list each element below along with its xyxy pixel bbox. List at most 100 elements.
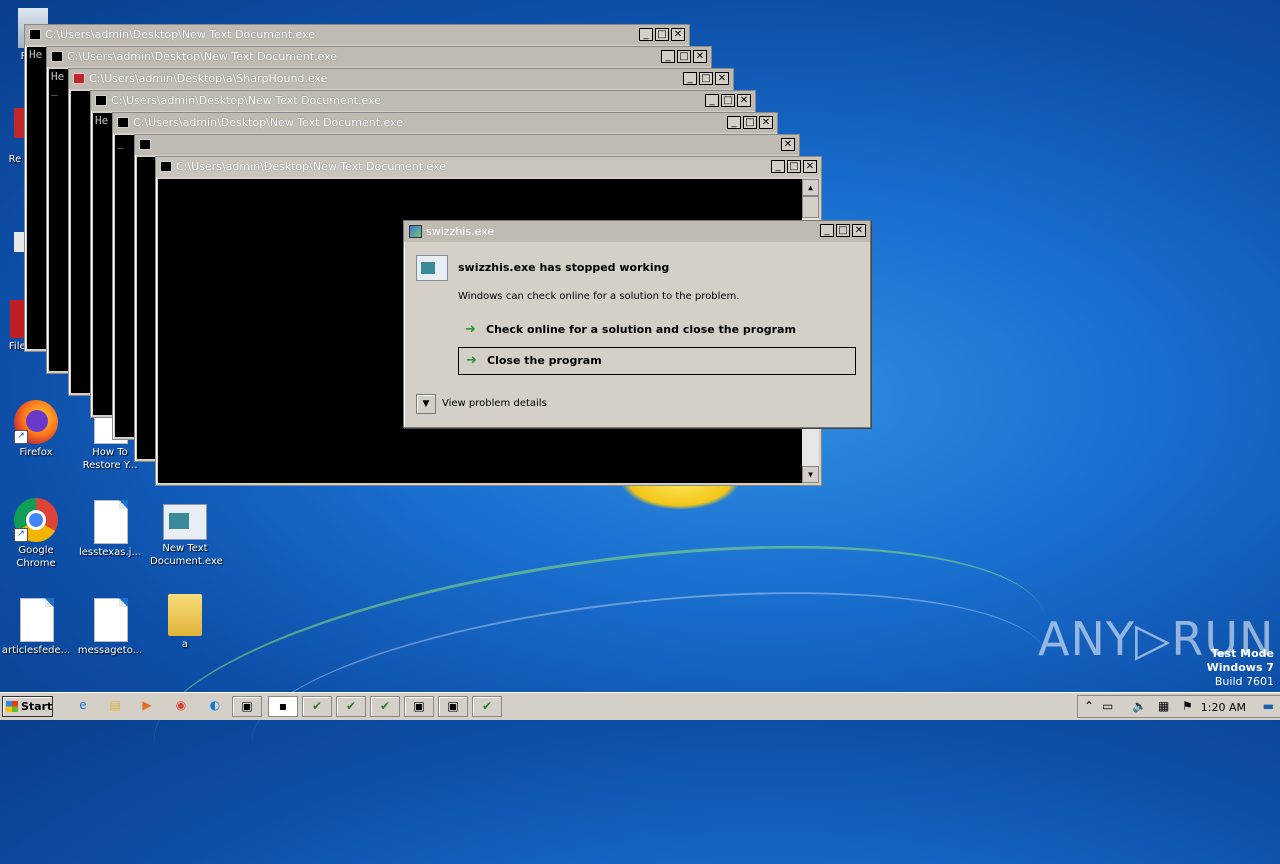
maximize-button[interactable]: □ — [743, 116, 757, 129]
window-titlebar[interactable]: C:\Users\admin\Desktop\New Text Document… — [91, 91, 755, 111]
minimize-button[interactable]: _ — [727, 116, 741, 129]
console-icon — [139, 139, 151, 150]
close-button[interactable]: ✕ — [852, 224, 866, 237]
chrome-taskbar-icon[interactable]: ◉ — [166, 696, 196, 717]
close-button[interactable]: ✕ — [781, 138, 795, 151]
window-title: C:\Users\admin\Desktop\New Text Document… — [111, 94, 382, 107]
close-button[interactable]: ✕ — [671, 28, 685, 41]
start-button[interactable]: Start — [2, 696, 53, 717]
window-titlebar[interactable]: C:\Users\admin\Desktop\New Text Document… — [113, 113, 777, 133]
console-icon — [29, 29, 41, 40]
shortcut-arrow-icon: ↗ — [14, 430, 28, 444]
test-mode-label: Test Mode Windows 7 Build 7601 — [1207, 647, 1274, 689]
edge-icon[interactable]: ◐ — [200, 696, 230, 717]
desktop-icon-firefox[interactable]: ↗ Firefox — [1, 400, 71, 459]
desktop-icon-label: Google Chrome — [16, 545, 56, 569]
green-arrow-icon: ➜ — [466, 353, 477, 368]
minimize-button[interactable]: _ — [820, 224, 834, 237]
volume-icon[interactable]: 🔈 — [1132, 699, 1147, 713]
firefox-icon: ↗ — [14, 400, 58, 444]
desktop-icon-messageto[interactable]: messageto... — [75, 598, 145, 657]
desktop-icon-chrome[interactable]: ↗ Google Chrome — [1, 498, 71, 570]
clock[interactable]: 1:20 AM — [1201, 701, 1246, 714]
maximize-button[interactable]: □ — [721, 94, 735, 107]
build-line: Build 7601 — [1214, 675, 1274, 688]
maximize-button[interactable]: □ — [787, 160, 801, 173]
flag-icon[interactable]: ⚑ — [1182, 699, 1193, 713]
maximize-button[interactable]: □ — [677, 50, 691, 63]
swizzhis-taskbar-icon[interactable]: ✔ — [302, 696, 332, 717]
error-dialog[interactable]: swizzhis.exe _ □ ✕ swizzhis.exe has stoppe… — [403, 220, 871, 428]
media-player-icon[interactable]: ▶ — [132, 696, 162, 717]
console-icon — [160, 161, 172, 172]
maximize-button[interactable]: □ — [699, 72, 713, 85]
green-arrow-icon: ➜ — [465, 322, 476, 337]
desktop-icon-label: How To Restore Y... — [82, 447, 138, 471]
app-icon — [409, 225, 422, 238]
action-center-icon[interactable]: ▭ — [1102, 699, 1113, 713]
desktop-icon-folder-a[interactable]: a — [150, 594, 220, 651]
swizzhis-taskbar-icon[interactable]: ✔ — [370, 696, 400, 717]
close-program-option[interactable]: ➜ Close the program — [458, 347, 856, 375]
expand-details-button[interactable]: ▼ — [416, 394, 436, 414]
wallpaper-streak — [137, 498, 1063, 864]
taskbar-window-icon[interactable]: ▣ — [232, 696, 262, 717]
close-button[interactable]: ✕ — [715, 72, 729, 85]
close-button[interactable]: ✕ — [693, 50, 707, 63]
maximize-button[interactable]: □ — [655, 28, 669, 41]
desktop-icon-label: articlesfede... — [1, 645, 71, 656]
network-icon[interactable]: ▦ — [1158, 699, 1169, 713]
swizzhis-taskbar-icon[interactable]: ✔ — [336, 696, 366, 717]
cmd-taskbar-icon[interactable]: ▪ — [268, 696, 298, 717]
minimize-button[interactable]: _ — [705, 94, 719, 107]
console-icon — [117, 117, 129, 128]
desktop-icon-new-text-document[interactable]: New Text Document.exe — [150, 498, 223, 568]
explorer-icon[interactable]: ▤ — [100, 696, 130, 717]
show-desktop-icon[interactable]: ▬ — [1263, 699, 1274, 713]
window-titlebar[interactable]: C:\Users\admin\Desktop\New Text Document… — [47, 47, 711, 67]
check-online-option[interactable]: ➜ Check online for a solution and close … — [458, 317, 856, 345]
minimize-button[interactable]: _ — [683, 72, 697, 85]
dialog-titlebar[interactable]: swizzhis.exe _ □ ✕ — [404, 221, 870, 242]
desktop-icon-articlesfede[interactable]: articlesfede... — [1, 598, 71, 657]
minimize-button[interactable]: _ — [639, 28, 653, 41]
close-button[interactable]: ✕ — [759, 116, 773, 129]
view-details-label[interactable]: View problem details — [442, 398, 547, 409]
maximize-button[interactable]: □ — [836, 224, 850, 237]
shortcut-arrow-icon: ↗ — [14, 528, 28, 542]
window-titlebar[interactable]: C:\Users\admin\Desktop\a\SharpHound.exe … — [69, 69, 733, 89]
file-icon — [94, 500, 128, 544]
close-button[interactable]: ✕ — [803, 160, 817, 173]
sharphound-icon — [73, 73, 85, 84]
window-titlebar[interactable]: C:\Users\admin\Desktop\New Text Document… — [156, 157, 821, 177]
file-icon — [20, 598, 54, 642]
minimize-button[interactable]: _ — [661, 50, 675, 63]
scroll-down-button[interactable]: ▼ — [802, 466, 819, 483]
scroll-up-button[interactable]: ▲ — [802, 179, 819, 196]
file-icon — [94, 598, 128, 642]
swizzhis-taskbar-icon[interactable]: ✔ — [472, 696, 502, 717]
window-title: C:\Users\admin\Desktop\New Text Document… — [67, 50, 338, 63]
option-label: Check online for a solution and close th… — [486, 323, 796, 336]
window-title: C:\Users\admin\Desktop\New Text Document… — [176, 160, 447, 173]
minimize-button[interactable]: _ — [771, 160, 785, 173]
ie-icon[interactable]: e — [68, 696, 98, 717]
show-hidden-icons-icon[interactable]: ⌃ — [1084, 699, 1094, 713]
window-titlebar[interactable]: C:\Users\admin\Desktop\New Text Document… — [25, 25, 689, 45]
taskbar-window-icon[interactable]: ▣ — [404, 696, 434, 717]
console-icon — [95, 95, 107, 106]
desktop-icon-lesstexas[interactable]: lesstexas.j... — [75, 500, 145, 559]
close-button[interactable]: ✕ — [737, 94, 751, 107]
start-label: Start — [21, 700, 53, 713]
console-icon — [51, 51, 63, 62]
windows-version-line: Windows 7 — [1206, 661, 1274, 674]
system-tray: ⌃ ▭ 🔈 ▦ ⚑ 1:20 AM ▬ — [1077, 695, 1280, 718]
taskbar-window-icon[interactable]: ▣ — [438, 696, 468, 717]
dialog-title: swizzhis.exe — [426, 225, 495, 238]
dialog-heading: swizzhis.exe has stopped working — [458, 261, 670, 274]
desktop-icon-label: Firefox — [19, 447, 53, 458]
window-titlebar[interactable]: ✕ — [135, 135, 799, 155]
exe-icon — [163, 504, 207, 540]
window-title: C:\Users\admin\Desktop\New Text Document… — [133, 116, 404, 129]
scroll-thumb[interactable] — [802, 196, 819, 218]
